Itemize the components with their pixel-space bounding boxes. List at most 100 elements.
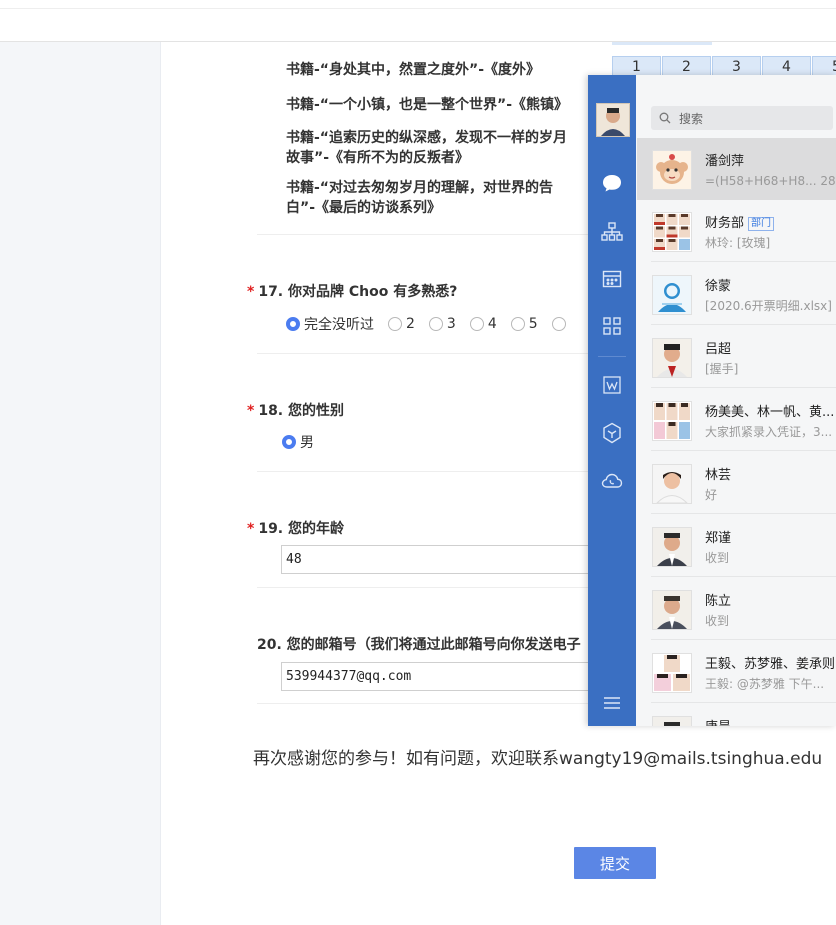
radio-label: 男 bbox=[300, 435, 314, 451]
cube-icon[interactable] bbox=[600, 421, 624, 445]
question-18-text: 18. 您的性别 bbox=[258, 403, 345, 419]
question-17-title: * 17. 你对品牌 Choo 有多熟悉? bbox=[247, 281, 457, 301]
book-option-text: 书籍-“身处其中，然置之度外”-《度外》 bbox=[286, 62, 541, 78]
apps-grid-icon[interactable] bbox=[600, 314, 624, 338]
age-input[interactable]: 48 bbox=[281, 545, 601, 574]
conversation-preview: 大家抓紧录入凭证，3... bbox=[705, 425, 833, 439]
conversation-preview: [2020.6开票明细.xlsx] bbox=[705, 299, 832, 313]
list-item[interactable]: 唐昊 bbox=[637, 704, 836, 726]
list-item[interactable]: 陈立 收到 bbox=[637, 578, 836, 640]
avatar bbox=[652, 527, 692, 567]
question-20-title: 20. 您的邮箱号（我们将通过此邮箱号向你发送电子 bbox=[257, 637, 581, 653]
top-bar-divider bbox=[0, 8, 836, 9]
list-item[interactable]: 王毅、苏梦雅、姜承则 王毅: @苏梦雅 下午... bbox=[637, 641, 836, 703]
radio-label: 完全没听过 bbox=[304, 317, 374, 333]
conversation-name: 杨美美、林一帆、黄... bbox=[705, 405, 835, 420]
radio-option-2[interactable]: 2 bbox=[388, 316, 415, 332]
book-option-text: 书籍-“一个小镇，也是一整个世界”-《熊镇》 bbox=[286, 97, 569, 113]
radio-label: 4 bbox=[487, 316, 497, 332]
avatar[interactable] bbox=[596, 103, 630, 137]
item-divider bbox=[651, 261, 836, 262]
radio-icon bbox=[469, 317, 484, 331]
list-item[interactable]: 潘剑萍 =(H58+H68+H8... 28分 bbox=[637, 138, 836, 200]
chat-panel: 搜索 潘剑萍 =(H58+H68+H8... 28分 财务部部门 林玲: [玫瑰… bbox=[588, 75, 836, 726]
thanks-message: 再次感谢您的参与！如有问题，欢迎联系wangty19@mails.tsinghu… bbox=[253, 749, 823, 769]
conversation-name: 陈立 bbox=[705, 594, 732, 609]
conversation-preview: 王毅: @苏梦雅 下午... bbox=[705, 677, 825, 691]
conversation-name: 林芸 bbox=[705, 468, 732, 483]
radio-option-male[interactable]: 男 bbox=[282, 432, 314, 452]
radio-icon bbox=[510, 317, 525, 331]
avatar bbox=[652, 338, 692, 378]
menu-icon[interactable] bbox=[600, 691, 624, 715]
avatar bbox=[652, 590, 692, 630]
conversation-preview: 好 bbox=[705, 488, 718, 502]
conversation-name: 吕超 bbox=[705, 342, 732, 357]
list-item[interactable]: 吕超 [握手] bbox=[637, 326, 836, 388]
radio-icon bbox=[551, 317, 566, 331]
conversation-name: 王毅、苏梦雅、姜承则 bbox=[705, 657, 836, 672]
conversation-name-text: 财务部 bbox=[705, 216, 745, 231]
item-divider bbox=[651, 513, 836, 514]
chat-icon[interactable] bbox=[600, 171, 624, 195]
cloud-phone-icon[interactable] bbox=[600, 469, 624, 493]
radio-option-never-heard[interactable]: 完全没听过 bbox=[286, 314, 374, 334]
radio-option-3[interactable]: 3 bbox=[428, 316, 456, 332]
question-19-text: 19. 您的年龄 bbox=[258, 521, 345, 537]
rail-divider bbox=[598, 356, 626, 357]
org-chart-icon[interactable] bbox=[600, 220, 624, 244]
item-divider bbox=[651, 324, 836, 325]
avatar bbox=[652, 212, 692, 252]
radio-label: 3 bbox=[446, 316, 456, 332]
search-box[interactable]: 搜索 bbox=[651, 106, 833, 130]
conversation-name: 财务部 部门 bbox=[705, 212, 775, 231]
conversation-name: 郑谨 bbox=[705, 531, 732, 546]
avatar bbox=[652, 653, 692, 693]
item-divider bbox=[651, 576, 836, 577]
list-item[interactable]: 徐蒙 [2020.6开票明细.xlsx] bbox=[637, 263, 836, 325]
item-divider bbox=[651, 702, 836, 703]
avatar bbox=[652, 401, 692, 441]
list-item[interactable]: 杨美美、林一帆、黄... 大家抓紧录入凭证，3... bbox=[637, 389, 836, 451]
question-19-title: * 19. 您的年龄 bbox=[247, 518, 344, 538]
conversation-name: 潘剑萍 bbox=[705, 154, 745, 169]
radio-checked-icon bbox=[286, 317, 300, 331]
radio-icon bbox=[388, 317, 402, 331]
browser-top-bar bbox=[0, 0, 836, 42]
search-icon bbox=[659, 112, 671, 124]
book-option-text: 白”-《最后的访谈系列》 bbox=[286, 200, 442, 216]
list-item[interactable]: 财务部 部门 林玲: [玫瑰] bbox=[637, 200, 836, 262]
question-17-options: 完全没听过 2 3 4 5 bbox=[286, 314, 584, 334]
calendar-icon[interactable] bbox=[600, 267, 624, 291]
required-mark: * bbox=[247, 521, 255, 537]
book-option-text: 故事”-《有所不为的反叛者》 bbox=[286, 150, 470, 166]
avatar bbox=[652, 716, 692, 726]
avatar bbox=[652, 150, 692, 190]
chat-nav-rail bbox=[588, 75, 636, 726]
item-divider bbox=[651, 450, 836, 451]
submit-button[interactable]: 提交 bbox=[574, 847, 656, 879]
radio-option-5[interactable]: 5 bbox=[510, 316, 538, 332]
list-item[interactable]: 郑谨 收到 bbox=[637, 515, 836, 577]
radio-option-6[interactable] bbox=[551, 317, 570, 331]
conversation-list: 潘剑萍 =(H58+H68+H8... 28分 财务部部门 林玲: [玫瑰] 徐… bbox=[637, 138, 836, 726]
book-option-text: 书籍-“对过去匆匆岁月的理解，对世界的告 bbox=[286, 180, 554, 196]
item-divider bbox=[651, 639, 836, 640]
conversation-preview: 收到 bbox=[705, 551, 730, 565]
radio-checked-icon bbox=[282, 435, 296, 449]
radio-label: 2 bbox=[406, 316, 415, 332]
list-item[interactable]: 林芸 好 bbox=[637, 452, 836, 514]
search-placeholder: 搜索 bbox=[679, 111, 704, 126]
document-icon[interactable] bbox=[600, 373, 624, 397]
conversation-name: 唐昊 bbox=[705, 716, 731, 726]
conversation-preview: 收到 bbox=[705, 614, 730, 628]
radio-option-4[interactable]: 4 bbox=[469, 316, 497, 332]
email-input[interactable]: 539944377@qq.com bbox=[281, 662, 601, 691]
department-badge: 部门 bbox=[748, 217, 775, 231]
item-divider bbox=[651, 387, 836, 388]
question-17-text: 17. 你对品牌 Choo 有多熟悉? bbox=[258, 284, 458, 300]
required-mark: * bbox=[247, 284, 255, 300]
conversation-preview: 林玲: [玫瑰] bbox=[705, 236, 771, 250]
conversation-time: 28分 bbox=[820, 174, 836, 188]
avatar bbox=[652, 275, 692, 315]
